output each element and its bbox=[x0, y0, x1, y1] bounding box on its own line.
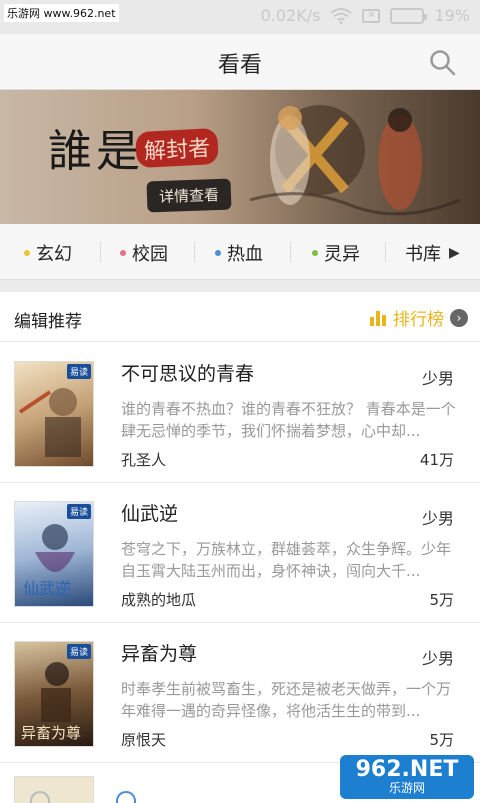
category-dot bbox=[215, 250, 221, 256]
book-read-count: 41万 bbox=[419, 451, 454, 469]
category-item-lingyi[interactable]: 灵异 bbox=[312, 240, 360, 266]
cover-logo: 易读 bbox=[66, 644, 91, 659]
category-dot bbox=[120, 250, 126, 256]
category-item-shuku[interactable]: 书库 ▶ bbox=[405, 240, 460, 266]
watermark-small-text: 乐游网 bbox=[388, 781, 425, 795]
category-label: 热血 bbox=[227, 244, 263, 265]
status-icons: 0.02K/s ✕ 19% bbox=[261, 6, 470, 25]
chevron-right-icon: › bbox=[450, 308, 468, 327]
book-category: 少男 bbox=[421, 649, 454, 668]
wifi-icon bbox=[330, 7, 353, 24]
category-label: 校园 bbox=[132, 244, 168, 265]
book-author: 成熟的地瓜 bbox=[121, 591, 197, 609]
section-header: 编辑推荐 排行榜 › bbox=[0, 292, 480, 342]
network-speed: 0.02K/s bbox=[260, 6, 321, 25]
search-icon[interactable] bbox=[428, 48, 458, 78]
category-dot bbox=[312, 250, 318, 256]
book-read-count: 5万 bbox=[429, 591, 454, 609]
divider bbox=[100, 242, 101, 262]
promo-banner[interactable]: 誰是 解封者 详情查看 bbox=[0, 90, 480, 224]
book-title: 仙武逆 bbox=[121, 503, 179, 525]
book-description: 谁的青春不热血？谁的青春不狂放？ 青春本是一个肆无忌惮的季节，我们怀揣着梦想，心… bbox=[121, 400, 456, 440]
category-item-xiaoyuan[interactable]: 校园 bbox=[120, 240, 168, 266]
cover-logo: 易读 bbox=[66, 504, 91, 519]
book-description: 时奉孝生前被骂畜生，死还是被老天做弄，一个万年难得一遇的奇异怪像，将他活生生的带… bbox=[121, 680, 452, 720]
book-author: 孔圣人 bbox=[121, 451, 167, 469]
banner-title: 誰是 bbox=[48, 126, 144, 177]
book-category: 少男 bbox=[421, 509, 454, 528]
book-title: 不可思议的青春 bbox=[121, 363, 255, 385]
book-item[interactable]: 异畜为尊 易读 异畜为尊 少男 时奉孝生前被骂畜生，死还是被老天做弄，一个万年难… bbox=[0, 623, 480, 763]
book-category: 少男 bbox=[421, 369, 454, 388]
category-label: 灵异 bbox=[324, 244, 360, 265]
book-cover: 易读 bbox=[14, 361, 94, 467]
banner-subtitle: 解封者 bbox=[135, 127, 219, 169]
bottom-tab-bar bbox=[0, 787, 340, 803]
book-cover: 异畜为尊 易读 bbox=[14, 641, 94, 747]
top-navbar: 看看 bbox=[0, 34, 480, 90]
category-item-rexue[interactable]: 热血 bbox=[215, 240, 263, 266]
category-label: 书库 bbox=[405, 244, 441, 265]
section-title: 编辑推荐 bbox=[14, 312, 82, 332]
watermark-big-text: 962.NET bbox=[355, 757, 459, 782]
heart-icon[interactable] bbox=[30, 791, 50, 803]
book-item[interactable]: 易读 不可思议的青春 少男 谁的青春不热血？谁的青春不狂放？ 青春本是一个肆无忌… bbox=[0, 343, 480, 483]
sim-icon: ✕ bbox=[362, 8, 381, 23]
divider bbox=[194, 242, 195, 262]
page-title: 看看 bbox=[217, 53, 262, 78]
watermark-logo: 962.NET 乐游网 bbox=[340, 755, 474, 799]
watermark-text: 乐游网 www.962.net bbox=[4, 4, 119, 22]
book-title: 异畜为尊 bbox=[121, 643, 198, 665]
divider bbox=[385, 242, 386, 262]
home-icon[interactable] bbox=[116, 791, 136, 803]
book-cover: 仙武逆 易读 bbox=[14, 501, 94, 607]
banner-detail-button[interactable]: 详情查看 bbox=[146, 178, 232, 213]
chevron-right-icon: ▶ bbox=[449, 245, 460, 261]
book-author: 原恨天 bbox=[121, 731, 167, 749]
book-item[interactable]: 仙武逆 易读 仙武逆 少男 苍穹之下，万族林立，群雄荟萃，众生争辉。少年自玉霄大… bbox=[0, 483, 480, 623]
cover-logo: 易读 bbox=[66, 364, 91, 379]
book-description: 苍穹之下，万族林立，群雄荟萃，众生争辉。少年自玉霄大陆玉州而出，身怀神诀，闯向大… bbox=[121, 540, 452, 580]
book-read-count: 5万 bbox=[429, 731, 454, 749]
status-bar: 乐游网 www.962.net 0.02K/s ✕ 19% bbox=[0, 0, 480, 34]
category-dot bbox=[24, 250, 30, 256]
svg-text:仙武逆: 仙武逆 bbox=[23, 579, 71, 598]
bar-chart-icon bbox=[370, 310, 386, 326]
category-label: 玄幻 bbox=[36, 244, 72, 265]
category-bar: 玄幻 校园 热血 灵异 书库 ▶ bbox=[0, 224, 480, 280]
svg-text:异畜为尊: 异畜为尊 bbox=[21, 724, 81, 742]
ranking-link[interactable]: 排行榜 › bbox=[369, 305, 468, 330]
recommend-section: 编辑推荐 排行榜 › 易读 不可思议的青春 少男 谁的青春不热血？谁的青春不狂放… bbox=[0, 292, 480, 803]
ranking-label: 排行榜 bbox=[393, 310, 444, 330]
category-item-xuanhuan[interactable]: 玄幻 bbox=[24, 240, 72, 266]
divider bbox=[290, 242, 291, 262]
battery-level: 19% bbox=[434, 6, 470, 25]
battery-icon bbox=[390, 7, 428, 24]
